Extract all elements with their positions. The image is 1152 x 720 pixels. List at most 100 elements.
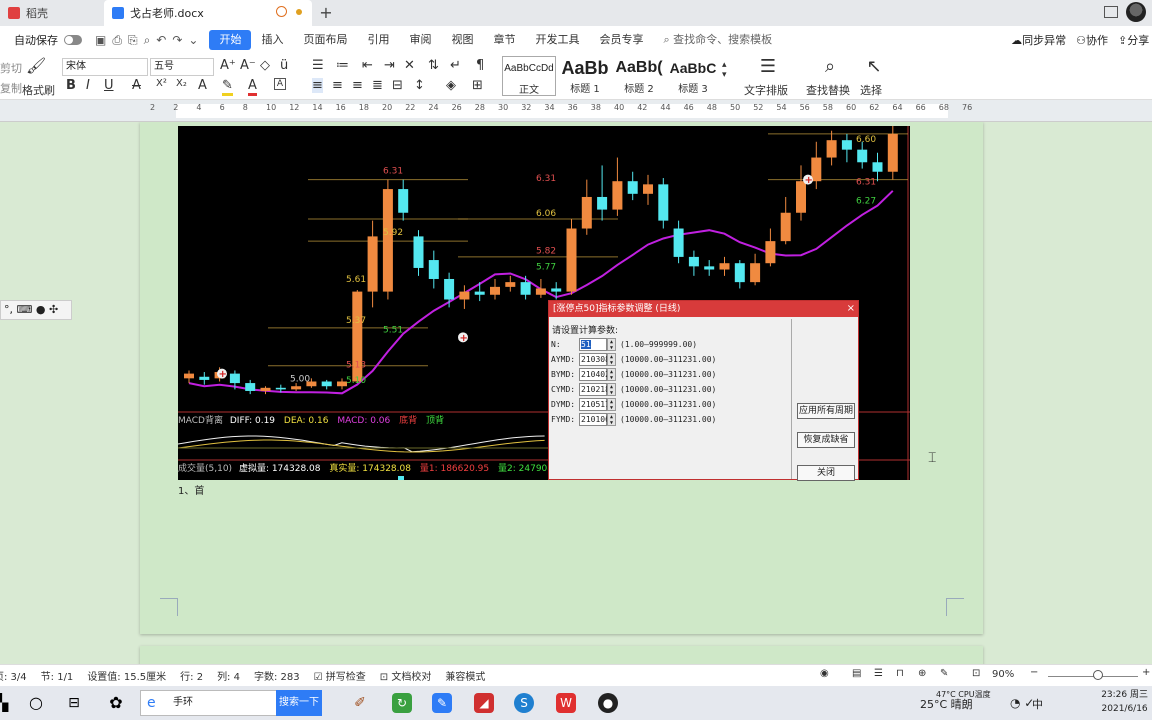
menu-section[interactable]: 章节 [483, 30, 525, 50]
menu-member[interactable]: 会员专享 [589, 30, 653, 50]
menu-start[interactable]: 开始 [209, 30, 252, 50]
menu-references[interactable]: 引用 [357, 30, 399, 50]
font-name-select[interactable]: 宋体 [62, 58, 148, 76]
document-page-next[interactable] [140, 646, 983, 664]
tray-icons[interactable]: ◔ ✓ [1010, 696, 1034, 710]
chinese-layout-icon[interactable]: ✕ [404, 58, 415, 73]
shading-icon[interactable]: ◈ [446, 78, 456, 93]
zoom-level[interactable]: 90% [992, 669, 1014, 680]
eye-protection-icon[interactable]: ◉ [820, 668, 829, 679]
zoom-in-icon[interactable]: + [1142, 667, 1150, 678]
pencil-app-icon[interactable]: ✐ [350, 693, 370, 713]
taskbar-search-button[interactable]: 搜索一下 [276, 690, 322, 716]
select-cursor-icon[interactable]: ↖ [864, 56, 884, 77]
status-page[interactable]: 页: 3/4 [0, 668, 27, 683]
grow-font-icon[interactable]: A⁺ [220, 58, 236, 73]
doc-proof-button[interactable]: ⊡ 文档校对 [380, 668, 432, 683]
start-icon[interactable]: ▚ [0, 693, 12, 713]
numbered-list-icon[interactable]: ≔ [336, 58, 349, 73]
status-words[interactable]: 字数: 283 [254, 668, 300, 683]
distribute-icon[interactable]: ⊟ [392, 78, 403, 93]
styles-scroll-icon[interactable]: ▴ ▾ [722, 60, 727, 80]
print-preview-icon[interactable]: ⌕ [141, 33, 154, 48]
strikethrough-icon[interactable]: A [132, 78, 141, 93]
text-layout-label[interactable]: 文字排版 [744, 82, 788, 98]
param-input[interactable]: 210402 [579, 367, 610, 381]
restore-default-button[interactable]: 恢复成缺省 [797, 432, 855, 448]
text-effect-icon[interactable]: A [198, 78, 207, 93]
undo-icon[interactable]: ↶ [153, 33, 169, 47]
param-input[interactable]: 51 [579, 337, 607, 351]
style-normal[interactable]: AaBbCcDd 正文 [502, 56, 556, 96]
save-icon[interactable]: ▣ [92, 33, 109, 47]
web-view-icon[interactable]: ⊕ [918, 668, 926, 679]
ime-indicator[interactable]: 中 [1032, 696, 1043, 712]
param-spinner[interactable]: ▲ ▼ [607, 352, 616, 366]
sort-icon[interactable]: ⇅ [428, 58, 439, 73]
horizontal-ruler[interactable]: 2 2 4 6 8 10 12 14 16 18 20 22 24 26 28 30 32 34 36 38 40 42 4… [0, 100, 1152, 122]
underline-icon[interactable]: U [104, 78, 114, 93]
window-mode-icon[interactable] [1104, 6, 1118, 18]
more-icon[interactable]: ⌄ [185, 33, 201, 47]
menu-view[interactable]: 视图 [441, 30, 483, 50]
subscript-icon[interactable]: X₂ [176, 78, 187, 89]
shrink-font-icon[interactable]: A⁻ [240, 58, 256, 73]
param-spinner[interactable]: ▲ ▼ [607, 337, 616, 351]
camera-app-icon[interactable]: ● [598, 693, 618, 713]
param-spinner[interactable]: ▲ ▼ [607, 367, 616, 381]
spell-check-toggle[interactable]: ☑ 拼写检查 [314, 668, 366, 683]
tab-daoke[interactable]: 稻壳 [0, 0, 104, 26]
refresh-app-icon[interactable]: ↻ [392, 693, 412, 713]
outline-view-icon[interactable]: ☰ [874, 668, 883, 679]
param-input[interactable]: 210517 [579, 397, 610, 411]
clock[interactable]: 23:26 周三 2021/6/16 [1101, 688, 1148, 716]
format-painter-icon[interactable]: 🖌 [26, 56, 46, 75]
bullet-list-icon[interactable]: ☰ [312, 58, 324, 73]
tab-document[interactable]: 戈占老师.docx [104, 0, 312, 26]
menu-insert[interactable]: 插入 [251, 30, 293, 50]
menu-page-layout[interactable]: 页面布局 [293, 30, 357, 50]
style-heading3[interactable]: AaBbC 标题 3 [666, 56, 720, 96]
menu-developer[interactable]: 开发工具 [525, 30, 589, 50]
text-layout-icon[interactable]: ☰ [756, 56, 780, 77]
style-heading2[interactable]: AaBb( 标题 2 [612, 56, 666, 96]
select-label[interactable]: 选择 [860, 82, 882, 98]
param-spinner[interactable]: ▲ ▼ [607, 382, 616, 396]
superscript-icon[interactable]: X² [156, 78, 167, 89]
line-spacing-icon[interactable]: ↕ [414, 78, 425, 93]
style-heading1[interactable]: AaBb 标题 1 [558, 56, 612, 96]
highlight-icon[interactable]: ✎ [222, 78, 233, 96]
indicator-param-dialog[interactable]: [涨停点50]指标参数调整 (日线) × 请设置计算参数: N: 51 ▲ ▼ (1.0… [548, 300, 859, 481]
redo-icon[interactable]: ↷ [169, 33, 185, 47]
param-input[interactable]: 210308 [579, 352, 610, 366]
s-app-icon[interactable]: S [514, 693, 534, 713]
justify-icon[interactable]: ≣ [372, 78, 383, 93]
app-flower-icon[interactable]: ✿ [106, 693, 126, 713]
avatar[interactable] [1126, 2, 1146, 22]
sync-status[interactable]: ☁同步异常 [1011, 32, 1066, 48]
fit-width-icon[interactable]: ⊡ [972, 668, 980, 679]
cut-label[interactable]: 剪切 [0, 60, 22, 76]
borders-icon[interactable]: ⊞ [472, 78, 483, 93]
read-view-icon[interactable]: ⊓ [896, 668, 904, 679]
wps-app-icon[interactable]: W [556, 693, 576, 713]
align-right-icon[interactable]: ≡ [352, 78, 363, 93]
copy-label[interactable]: 复制 [0, 80, 22, 96]
char-border-icon[interactable]: A [274, 78, 286, 90]
italic-icon[interactable]: I [86, 78, 90, 93]
clear-format-icon[interactable]: ◇ [260, 58, 270, 73]
font-size-select[interactable]: 五号 [150, 58, 214, 76]
param-spinner[interactable]: ▲ ▼ [607, 412, 616, 426]
paragraph-line[interactable]: 1、首 [178, 482, 204, 497]
param-input[interactable]: 210218 [579, 382, 610, 396]
format-painter-label[interactable]: 格式刷 [22, 82, 55, 98]
write-mode-icon[interactable]: ✎ [940, 668, 948, 679]
apply-all-periods-button[interactable]: 应用所有周期 [797, 403, 855, 419]
close-dialog-button[interactable]: 关闭 [797, 465, 855, 481]
undo-history-icon[interactable]: ⎙ [109, 33, 125, 48]
font-color-icon[interactable]: A [248, 78, 257, 96]
param-spinner[interactable]: ▲ ▼ [607, 397, 616, 411]
align-center-icon[interactable]: ≡ [332, 78, 343, 93]
zoom-out-icon[interactable]: − [1030, 667, 1038, 678]
autosave-toggle[interactable]: 自动保存 [0, 32, 92, 48]
